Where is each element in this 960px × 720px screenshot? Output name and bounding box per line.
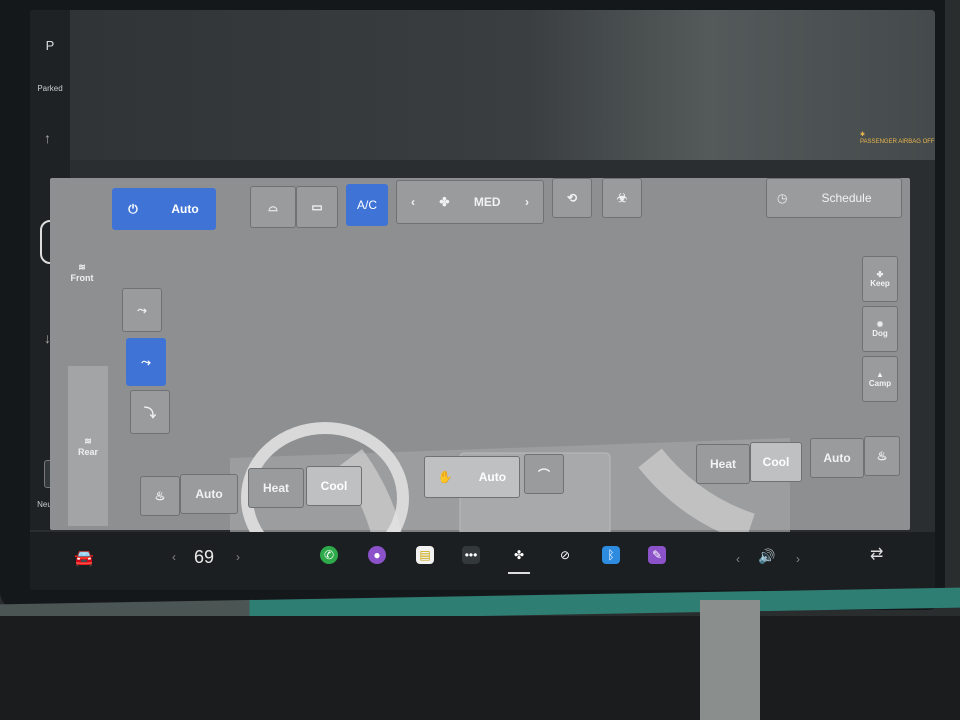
schedule-label: Schedule — [821, 191, 872, 205]
airflow-face-feet-icon: ⤳ — [141, 354, 151, 369]
camp-mode-label: Camp — [868, 379, 892, 388]
front-defrost-button[interactable]: ⌓ — [250, 186, 296, 228]
volume-increase-icon[interactable]: › — [796, 552, 800, 566]
car-icon[interactable]: 🚘 — [74, 548, 94, 568]
gear-park-status: Parked — [37, 84, 63, 93]
front-zone-label: Front — [70, 273, 94, 283]
rear-vent-icon: ≋ — [84, 436, 92, 446]
left-seat-auto-button[interactable]: Auto — [180, 474, 238, 514]
airflow-face-button[interactable]: ⤳ — [122, 288, 162, 332]
no-signal-icon[interactable]: ⊘ — [556, 546, 574, 564]
ac-button[interactable]: A/C — [346, 184, 388, 226]
map-background — [30, 10, 935, 160]
airflow-feet-button[interactable]: ⤵ — [130, 390, 170, 434]
right-seat-cool-button[interactable]: Cool — [750, 442, 802, 482]
wiper-defrost-button[interactable]: ⌒ — [524, 454, 564, 494]
front-defrost-icon: ⌓ — [268, 199, 278, 214]
volume-icon[interactable]: 🔊 — [758, 548, 775, 565]
airflow-face-feet-button[interactable]: ⤳ — [126, 338, 166, 386]
bioweapon-mode-button[interactable]: ☣ — [602, 178, 642, 218]
dog-mode-label: Dog — [872, 329, 888, 338]
tent-icon: ▲ — [876, 370, 884, 379]
keep-mode-button[interactable]: ✤ Keep — [862, 256, 898, 302]
right-seat-heat-icon: ♨ — [876, 449, 888, 463]
up-arrow-icon: ↑ — [44, 130, 51, 146]
power-button[interactable]: ⏻ — [112, 188, 154, 230]
phone-icon[interactable]: ✆ — [320, 546, 338, 564]
rear-defrost-icon: ▭ — [311, 200, 323, 214]
airbag-icon: ✱ — [860, 132, 866, 138]
right-seat-heat-button[interactable]: Heat — [696, 444, 750, 484]
fan-dock-icon[interactable]: ✤ — [510, 546, 528, 564]
right-seat-heater-button[interactable]: ♨ — [864, 436, 900, 476]
swap-icon[interactable]: ⇄ — [870, 544, 883, 564]
fan-icon: ✤ — [439, 195, 450, 209]
seat-heat-icon: ♨ — [154, 489, 166, 503]
dog-mode-button[interactable]: ❋ Dog — [862, 306, 898, 352]
bottom-dock: 🚘 ‹ 69 › ✆ ● ▤ ••• ✤ ⊘ ᛒ ✎ ‹ 🔊 › ⇄ — [30, 532, 935, 590]
climate-auto-button[interactable]: Auto — [154, 188, 216, 230]
touchscreen: ✱ PASSENGER AIRBAG OFF P Parked ↑ ↓ N Ne… — [30, 10, 935, 590]
fan-speed-control[interactable]: ‹ ✤ MED › — [396, 180, 544, 224]
fan-increase-icon[interactable]: › — [525, 195, 529, 209]
center-console — [0, 616, 960, 720]
paw-icon: ❋ — [876, 320, 884, 329]
cabin-temperature[interactable]: 69 — [194, 547, 214, 568]
more-icon[interactable]: ••• — [462, 546, 480, 564]
rear-zone-label-wrap: ≋ Rear — [68, 436, 108, 457]
camp-mode-button[interactable]: ▲ Camp — [862, 356, 898, 402]
airbag-status: ✱ PASSENGER AIRBAG OFF — [860, 132, 935, 146]
recirculate-button[interactable]: ⟲ — [552, 178, 592, 218]
left-seat-cool-button[interactable]: Cool — [306, 466, 362, 506]
biohazard-icon: ☣ — [616, 191, 628, 205]
gear-park[interactable]: P — [36, 38, 64, 53]
wiper-defrost-icon: ⌒ — [537, 467, 550, 482]
left-seat-heat-button[interactable]: Heat — [248, 468, 304, 508]
front-zone[interactable]: ≋ Front — [62, 262, 102, 283]
volume-decrease-icon[interactable]: ‹ — [736, 552, 740, 566]
climate-panel: ⏻ Auto ⌓ ▭ A/C ‹ ✤ MED › ⟲ ☣ ◷ Schedule … — [50, 178, 910, 574]
airflow-feet-icon: ⤵ — [143, 405, 156, 420]
fan-speed-value: MED — [473, 195, 501, 209]
steering-heat-auto: Auto — [478, 470, 507, 484]
airbag-status-text: PASSENGER AIRBAG OFF — [860, 139, 935, 145]
front-vent-icon: ≋ — [78, 262, 86, 272]
display-bezel: ✱ PASSENGER AIRBAG OFF P Parked ↑ ↓ N Ne… — [0, 0, 945, 610]
power-icon: ⏻ — [128, 201, 138, 216]
notes-icon[interactable]: ▤ — [416, 546, 434, 564]
steering-wheel-heater-button[interactable]: ✋ Auto — [424, 456, 520, 498]
schedule-button[interactable]: ◷ Schedule — [766, 178, 902, 218]
camera-icon[interactable]: ● — [368, 546, 386, 564]
keep-mode-icon: ✤ — [876, 270, 884, 279]
rear-zone[interactable]: ≋ Rear — [68, 366, 108, 526]
rear-zone-label: Rear — [77, 447, 98, 457]
fan-decrease-icon[interactable]: ‹ — [411, 195, 415, 209]
active-indicator — [508, 572, 530, 574]
hand-heat-icon: ✋ — [437, 470, 453, 484]
bluetooth-icon[interactable]: ᛒ — [602, 546, 620, 564]
rear-defrost-button[interactable]: ▭ — [296, 186, 338, 228]
pen-icon[interactable]: ✎ — [648, 546, 666, 564]
temp-decrease-icon[interactable]: ‹ — [172, 550, 176, 564]
recirculate-icon: ⟲ — [566, 191, 578, 205]
right-seat-auto-button[interactable]: Auto — [810, 438, 864, 478]
airflow-face-icon: ⤳ — [137, 302, 147, 317]
keep-mode-label: Keep — [870, 279, 890, 288]
clock-icon: ◷ — [777, 191, 788, 205]
screen-mount — [700, 600, 760, 720]
temp-increase-icon[interactable]: › — [236, 550, 240, 564]
left-seat-heater-button[interactable]: ♨ — [140, 476, 180, 516]
